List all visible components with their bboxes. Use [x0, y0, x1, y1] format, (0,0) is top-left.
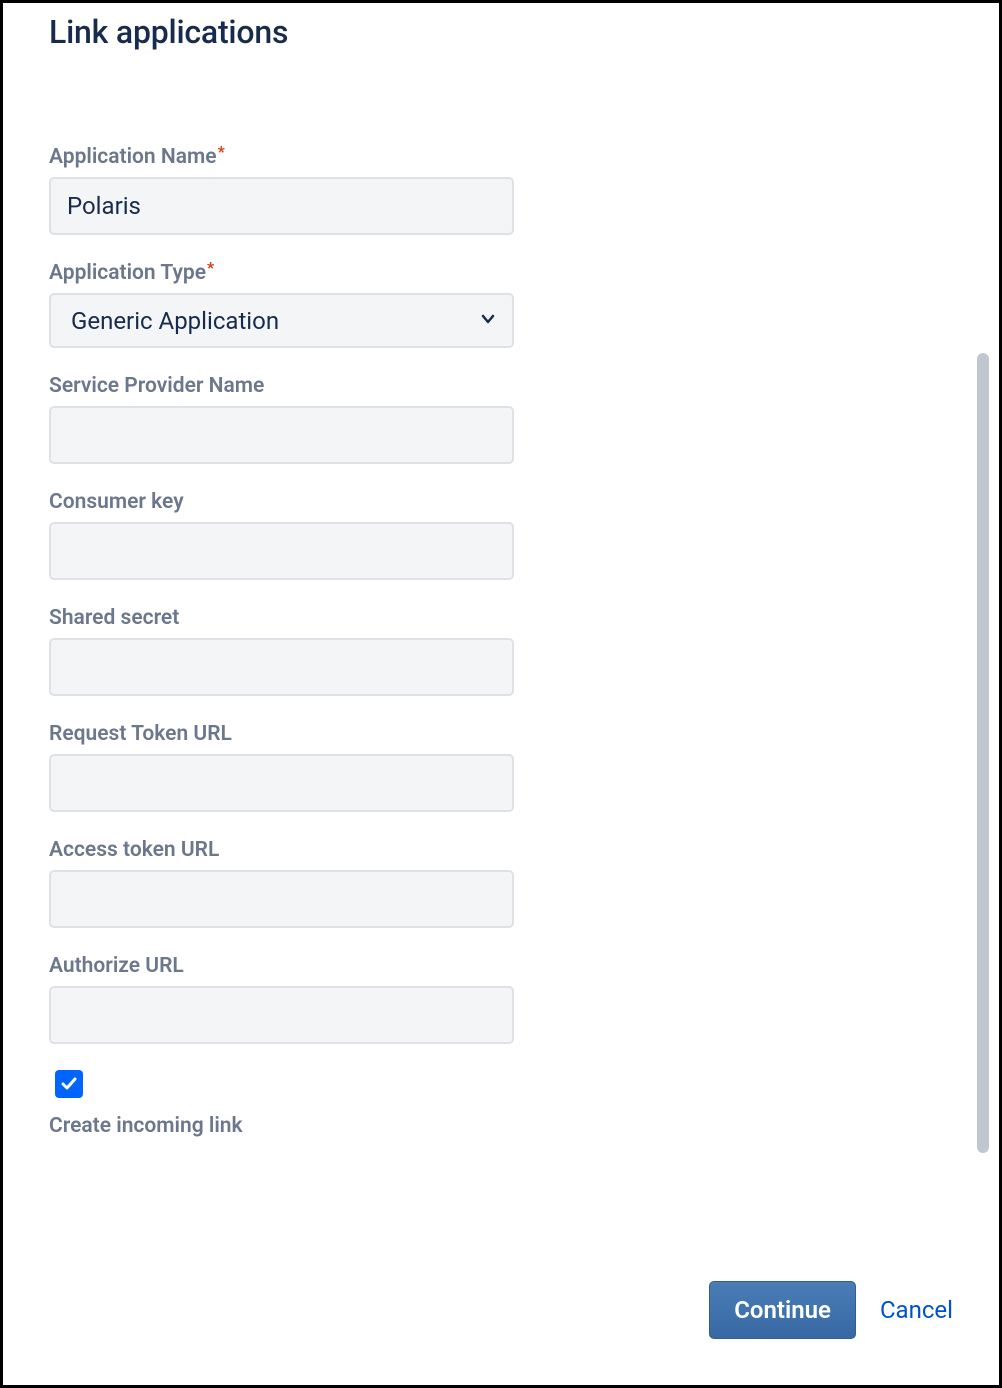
service-provider-name-label: Service Provider Name: [49, 374, 953, 398]
access-token-url-group: Access token URL: [49, 838, 953, 928]
application-type-label: Application Type*: [49, 261, 953, 285]
form-area: Application Name* Application Type* Gene…: [49, 75, 953, 1138]
application-type-value: Generic Application: [71, 307, 279, 335]
access-token-url-label: Access token URL: [49, 838, 953, 862]
application-type-group: Application Type* Generic Application: [49, 261, 953, 348]
application-type-select[interactable]: Generic Application: [49, 293, 514, 348]
continue-button[interactable]: Continue: [709, 1281, 856, 1339]
application-name-input[interactable]: [49, 177, 514, 235]
create-incoming-link-checkbox[interactable]: [55, 1070, 83, 1098]
service-provider-name-input[interactable]: [49, 406, 514, 464]
required-asterisk-icon: *: [207, 258, 214, 277]
application-type-select-wrapper: Generic Application: [49, 293, 514, 348]
request-token-url-input[interactable]: [49, 754, 514, 812]
create-incoming-link-label: Create incoming link: [49, 1114, 953, 1138]
shared-secret-label: Shared secret: [49, 606, 953, 630]
access-token-url-input[interactable]: [49, 870, 514, 928]
application-name-label-text: Application Name: [49, 145, 217, 169]
service-provider-name-group: Service Provider Name: [49, 374, 953, 464]
shared-secret-input[interactable]: [49, 638, 514, 696]
consumer-key-input[interactable]: [49, 522, 514, 580]
required-asterisk-icon: *: [218, 142, 225, 161]
request-token-url-group: Request Token URL: [49, 722, 953, 812]
application-name-label: Application Name*: [49, 145, 953, 169]
authorize-url-label: Authorize URL: [49, 954, 953, 978]
shared-secret-group: Shared secret: [49, 606, 953, 696]
link-applications-dialog: Link applications Application Name* Appl…: [0, 0, 1002, 1388]
dialog-title: Link applications: [3, 3, 999, 51]
check-icon: [60, 1075, 78, 1093]
consumer-key-label: Consumer key: [49, 490, 953, 514]
authorize-url-input[interactable]: [49, 986, 514, 1044]
create-incoming-link-group: Create incoming link: [49, 1070, 953, 1138]
authorize-url-group: Authorize URL: [49, 954, 953, 1044]
consumer-key-group: Consumer key: [49, 490, 953, 580]
dialog-scroll-content: Application Name* Application Type* Gene…: [3, 75, 999, 1385]
scrollbar-thumb[interactable]: [977, 353, 989, 1153]
application-name-group: Application Name*: [49, 145, 953, 235]
dialog-footer: Continue Cancel: [3, 1251, 999, 1385]
application-type-label-text: Application Type: [49, 261, 206, 285]
request-token-url-label: Request Token URL: [49, 722, 953, 746]
cancel-button[interactable]: Cancel: [880, 1296, 953, 1324]
